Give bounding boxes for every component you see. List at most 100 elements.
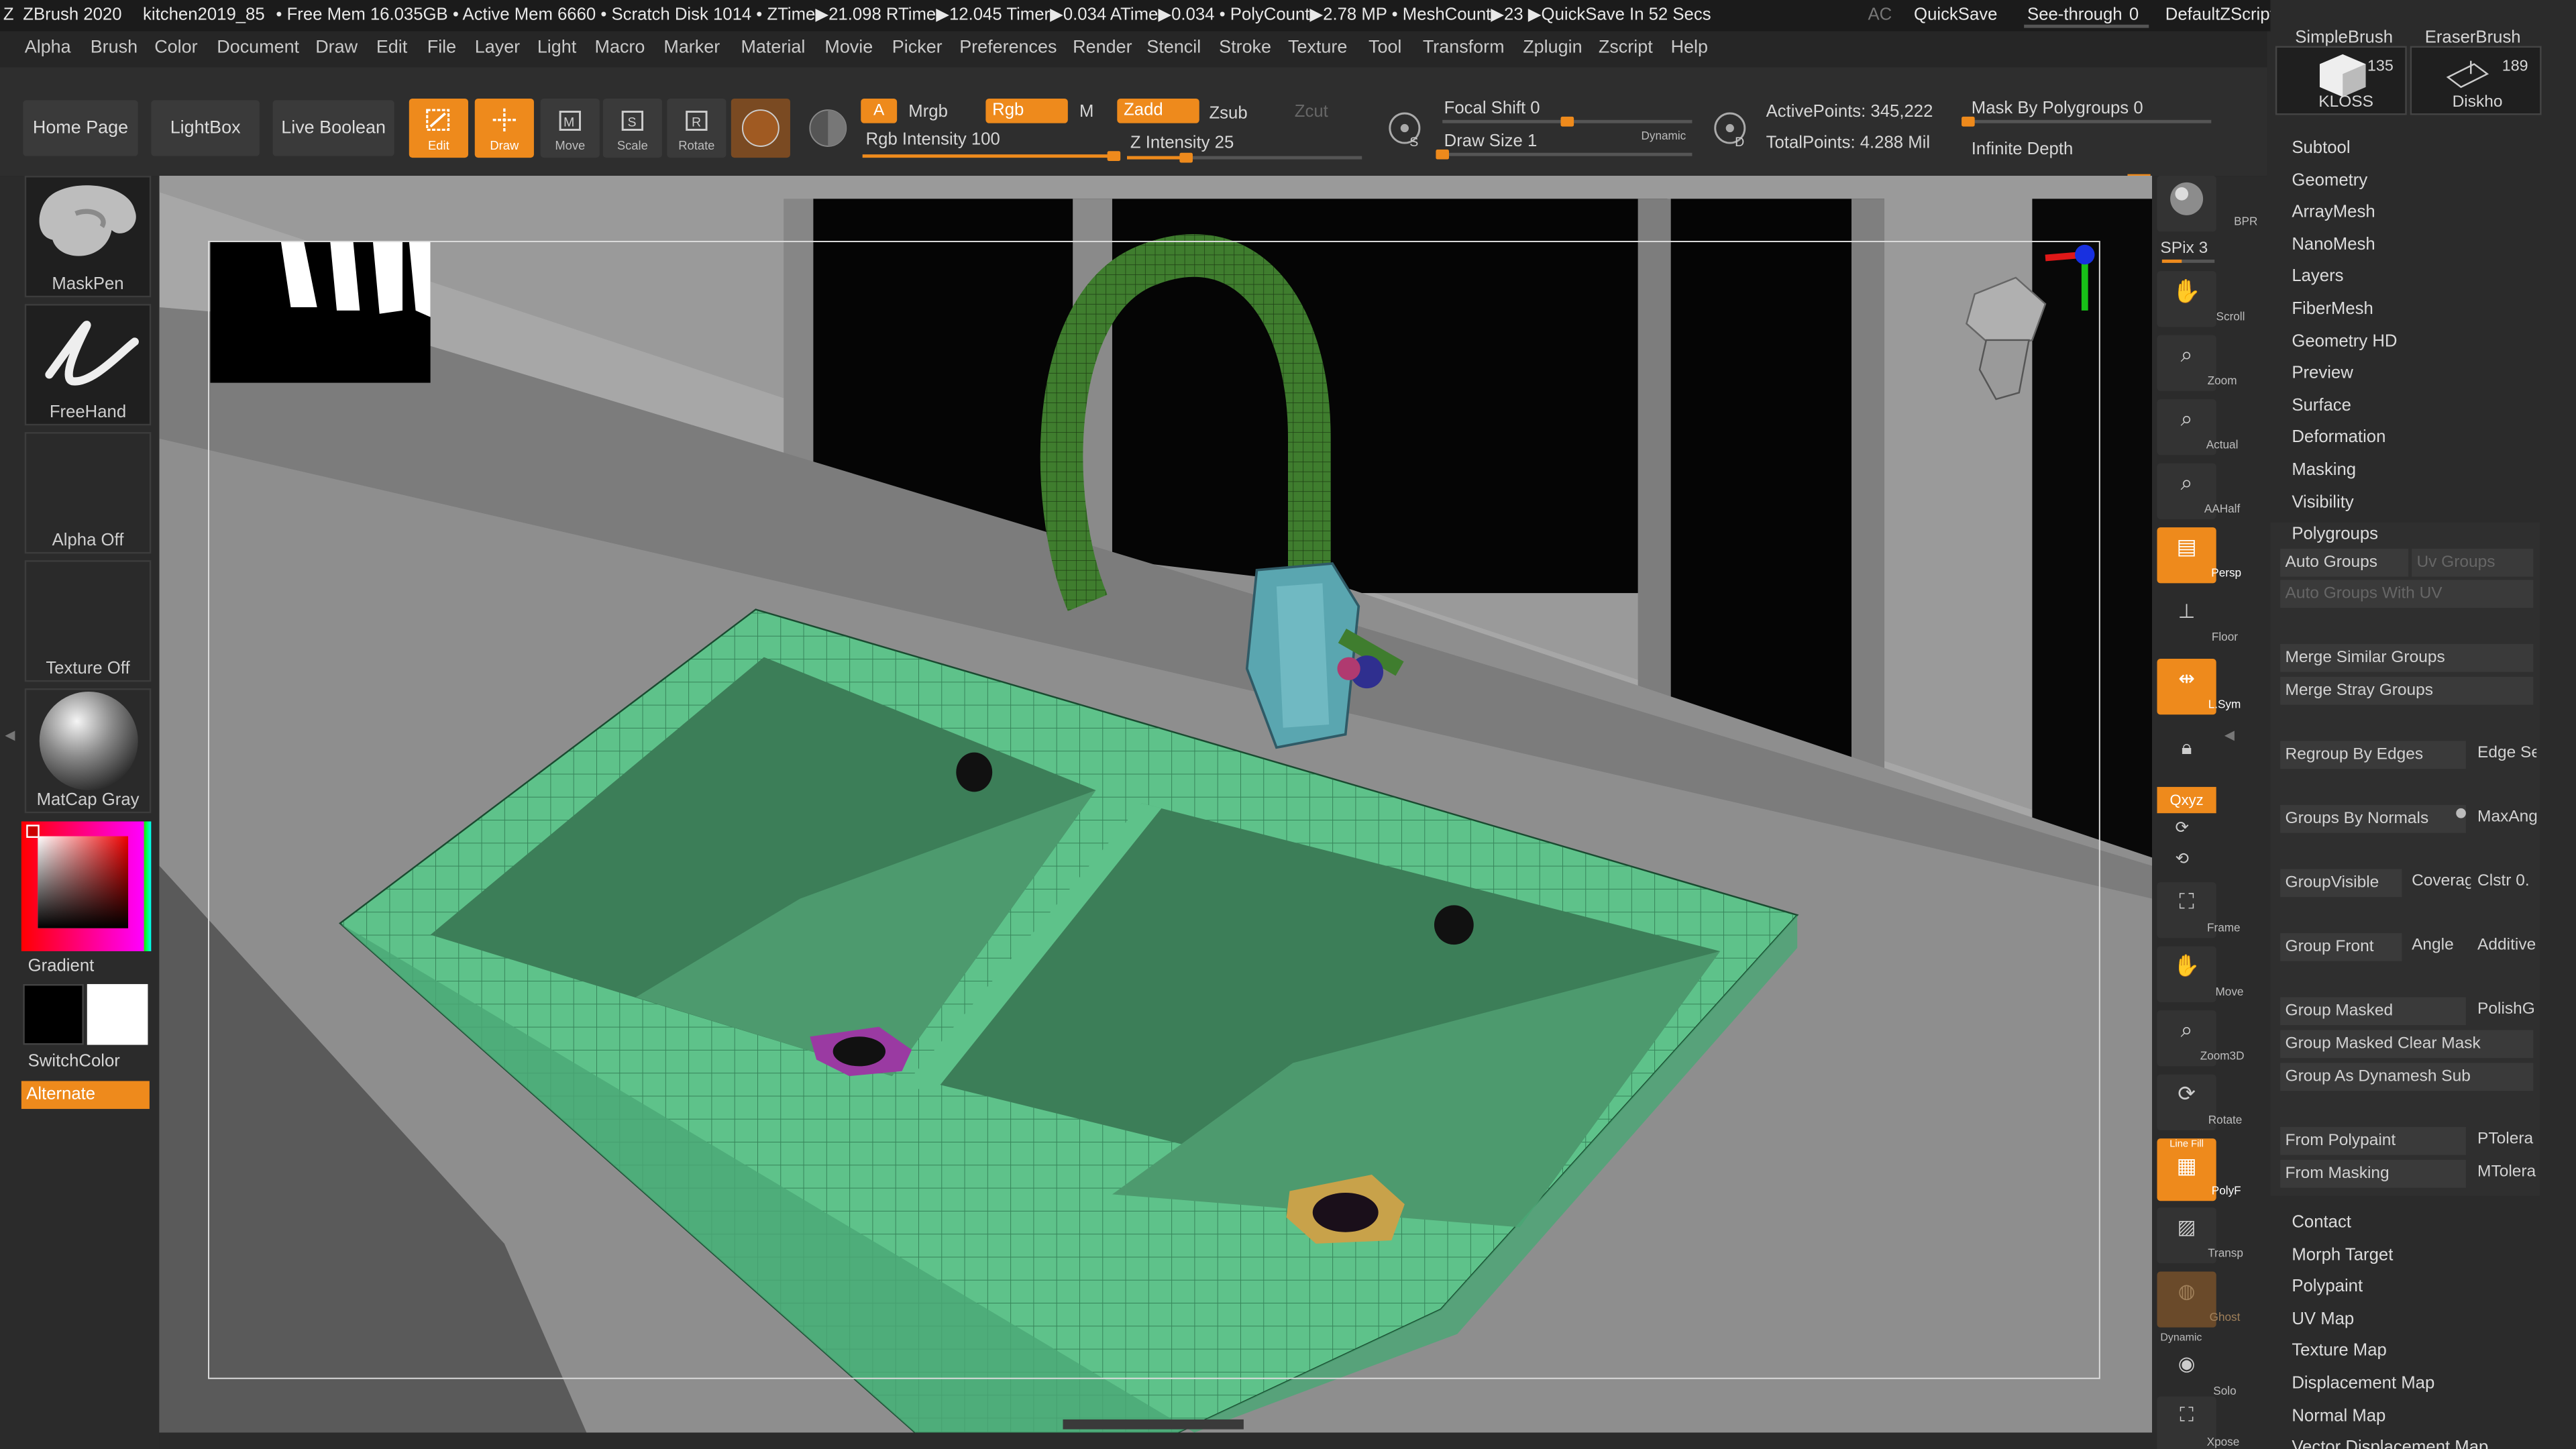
zcut-toggle[interactable]: Zcut: [1295, 102, 1328, 121]
main-color-swatch[interactable]: [23, 983, 84, 1045]
menu-brush[interactable]: Brush: [91, 38, 138, 57]
m-toggle[interactable]: M: [1079, 102, 1093, 121]
menu-picker[interactable]: Picker: [892, 38, 943, 57]
menu-zplugin[interactable]: Zplugin: [1523, 38, 1582, 57]
section-masking[interactable]: Masking: [2292, 460, 2356, 480]
sculptris-d-button[interactable]: D: [1709, 107, 1752, 150]
focal-shift-slider[interactable]: [1442, 116, 1693, 127]
section-nanomesh[interactable]: NanoMesh: [2292, 235, 2375, 254]
section-geometry-hd[interactable]: Geometry HD: [2292, 331, 2397, 351]
section-fibermesh[interactable]: FiberMesh: [2292, 299, 2373, 319]
scroll-button[interactable]: ✋ Scroll: [2157, 271, 2245, 327]
draw-button[interactable]: Draw: [474, 98, 534, 158]
persp-button[interactable]: ▤ Persp: [2157, 527, 2241, 584]
draw-size-slider[interactable]: [1436, 149, 1693, 160]
menu-color[interactable]: Color: [154, 38, 197, 57]
section-deformation[interactable]: Deformation: [2292, 428, 2385, 447]
menu-material[interactable]: Material: [741, 38, 805, 57]
xpose-button[interactable]: ⛶ Xpose: [2157, 1396, 2239, 1449]
from-polypaint-button[interactable]: From Polypaint: [2280, 1127, 2466, 1155]
z-intensity-slider[interactable]: [1127, 152, 1362, 163]
collapse-left-icon[interactable]: ◀: [5, 728, 15, 743]
scale-button[interactable]: S Scale: [602, 98, 662, 158]
groupvisible-button[interactable]: GroupVisible: [2280, 869, 2402, 898]
freehand-stroke-button[interactable]: FreeHand: [24, 304, 152, 426]
zoom-button[interactable]: ⌕ Zoom: [2157, 335, 2237, 391]
rotate-button[interactable]: R Rotate: [667, 98, 727, 158]
merge-stray-groups-button[interactable]: Merge Stray Groups: [2280, 676, 2534, 705]
edit-button[interactable]: Edit: [409, 98, 468, 158]
color-picker[interactable]: [21, 821, 152, 951]
aahalf-button[interactable]: ⌕ AAHalf: [2157, 463, 2240, 519]
live-boolean-button[interactable]: Live Boolean: [272, 100, 394, 156]
floor-button[interactable]: ⊥ Floor: [2157, 592, 2238, 647]
home-page-button[interactable]: Home Page: [23, 100, 138, 156]
mask-by-polygroups-knob[interactable]: [1962, 116, 1975, 127]
menu-preferences[interactable]: Preferences: [959, 38, 1057, 57]
see-through-slider[interactable]: [2024, 24, 2149, 28]
section-geometry[interactable]: Geometry: [2292, 170, 2367, 190]
section-vector-displacement-map[interactable]: Vector Displacement Map: [2292, 1438, 2488, 1449]
merge-similar-groups-button[interactable]: Merge Similar Groups: [2280, 644, 2534, 672]
move-view-button[interactable]: ✋ Move: [2157, 946, 2243, 1002]
canvas-viewport[interactable]: [159, 176, 2153, 1433]
mrgb-toggle[interactable]: Mrgb: [908, 102, 948, 121]
additive-toggle[interactable]: Additive: [2477, 936, 2536, 955]
move-button[interactable]: M Move: [540, 98, 600, 158]
focal-shift-knob[interactable]: [1560, 116, 1574, 127]
section-uv-map[interactable]: UV Map: [2292, 1309, 2354, 1328]
transp-button[interactable]: ▨ Transp: [2157, 1208, 2243, 1264]
angle-slider[interactable]: Angle: [2412, 936, 2471, 955]
secondary-color-swatch[interactable]: [87, 983, 148, 1045]
lock-button[interactable]: 🔒︎: [2157, 723, 2216, 779]
rgb-toggle[interactable]: Rgb: [985, 98, 1068, 123]
ptolera-slider[interactable]: PTolera: [2477, 1130, 2536, 1148]
section-subtool[interactable]: Subtool: [2292, 138, 2350, 158]
section-surface[interactable]: Surface: [2292, 396, 2351, 415]
regroup-by-edges-button[interactable]: Regroup By Edges: [2280, 741, 2466, 769]
section-preview[interactable]: Preview: [2292, 364, 2353, 383]
section-texture-map[interactable]: Texture Map: [2292, 1341, 2387, 1360]
menu-file[interactable]: File: [427, 38, 456, 57]
auto-groups-button[interactable]: Auto Groups: [2280, 548, 2409, 577]
mtolera-slider[interactable]: MTolera: [2477, 1163, 2536, 1181]
menu-stencil[interactable]: Stencil: [1146, 38, 1201, 57]
tool-thumb-kloss[interactable]: 135 KLOSS: [2275, 46, 2407, 115]
section-displacement-map[interactable]: Displacement Map: [2292, 1373, 2434, 1393]
mask-by-polygroups-slider[interactable]: [1962, 116, 2212, 127]
alternate-toggle[interactable]: Alternate: [21, 1081, 150, 1110]
lightbox-button[interactable]: LightBox: [151, 100, 260, 156]
ac-label[interactable]: AC: [1868, 5, 1892, 24]
edge-se-slider[interactable]: Edge Se: [2477, 744, 2536, 762]
section-layers[interactable]: Layers: [2292, 267, 2343, 286]
bottom-scrollbar[interactable]: [1063, 1419, 1244, 1430]
zadd-toggle[interactable]: Zadd: [1117, 98, 1199, 123]
ghost-button[interactable]: ◍ Ghost: [2157, 1271, 2240, 1328]
lsym-button[interactable]: ⇹ L.Sym: [2157, 659, 2241, 715]
a-toggle[interactable]: A: [861, 98, 898, 123]
menu-macro[interactable]: Macro: [595, 38, 645, 57]
draw-size-label[interactable]: Draw Size 1: [1444, 131, 1538, 151]
coverage-slider[interactable]: Coverag: [2412, 872, 2471, 890]
zoom3d-button[interactable]: ⌕ Zoom3D: [2157, 1010, 2244, 1067]
menu-alpha[interactable]: Alpha: [25, 38, 71, 57]
section-visibility[interactable]: Visibility: [2292, 492, 2353, 512]
from-masking-button[interactable]: From Masking: [2280, 1159, 2466, 1188]
alpha-button[interactable]: Alpha Off: [24, 432, 152, 554]
z-intensity-label[interactable]: Z Intensity 25: [1130, 133, 1234, 152]
group-front-button[interactable]: Group Front: [2280, 933, 2402, 961]
polishg-slider[interactable]: PolishG: [2477, 1000, 2536, 1018]
see-through-label[interactable]: See-through: [2027, 5, 2123, 24]
infinite-depth-button[interactable]: Infinite Depth: [1972, 140, 2074, 159]
sculptris-s-button[interactable]: S: [1383, 107, 1426, 150]
switchcolor-button[interactable]: SwitchColor: [28, 1051, 120, 1071]
menu-render[interactable]: Render: [1073, 38, 1132, 57]
actual-button[interactable]: ⌕ Actual: [2157, 399, 2238, 455]
menu-edit[interactable]: Edit: [376, 38, 407, 57]
polyf-button[interactable]: Line Fill ▦ PolyF: [2157, 1138, 2241, 1201]
menu-texture[interactable]: Texture: [1288, 38, 1347, 57]
section-polypaint[interactable]: Polypaint: [2292, 1277, 2363, 1296]
menu-layer[interactable]: Layer: [475, 38, 520, 57]
menu-document[interactable]: Document: [217, 38, 299, 57]
rgb-intensity-knob[interactable]: [1107, 151, 1121, 162]
